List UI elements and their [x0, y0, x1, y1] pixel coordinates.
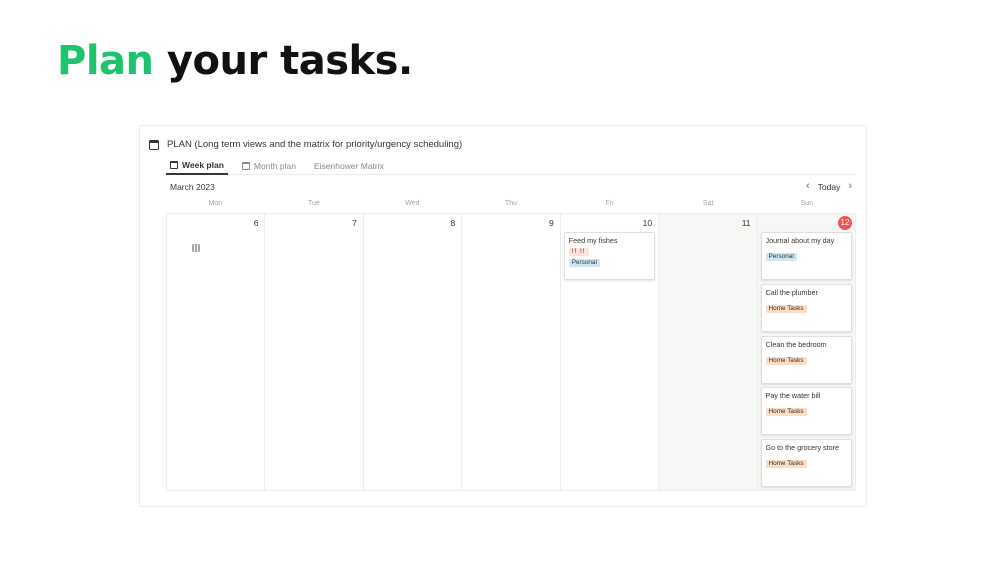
day-number: 11: [741, 218, 751, 228]
page-headline: Plan your tasks.: [57, 38, 413, 84]
event-title: Pay the water bill: [765, 391, 821, 400]
day-number: 7: [352, 218, 357, 228]
day-number: 8: [450, 218, 456, 228]
event-title: Go to the grocery store: [765, 443, 840, 452]
category-tag: Home Tasks: [765, 357, 807, 365]
day-cell-thu[interactable]: 9: [462, 214, 561, 490]
event-card[interactable]: Feed my fishes !! !! Personal: [563, 232, 656, 280]
calendar-nav: ‹ Today ›: [806, 181, 852, 192]
month-label: March 2023: [170, 182, 215, 192]
headline-accent: Plan: [57, 38, 154, 84]
day-cell-wed[interactable]: 8: [364, 214, 463, 490]
event-title: Call the plumber: [765, 288, 818, 297]
database-title-text: PLAN (Long term views and the matrix for…: [167, 139, 463, 150]
event-title: Clean the bedroom: [765, 340, 827, 349]
database-title[interactable]: PLAN (Long term views and the matrix for…: [149, 139, 462, 150]
event-card[interactable]: Pay the water bill Home Tasks: [760, 387, 852, 435]
event-title: Journal about my day: [765, 236, 835, 245]
weekday-label: Tue: [307, 200, 320, 207]
tab-month-plan[interactable]: Month plan: [238, 157, 300, 175]
headline-rest: your tasks.: [153, 38, 413, 84]
tab-week-plan[interactable]: Week plan: [166, 157, 228, 175]
day-cell-sat[interactable]: 11: [659, 214, 758, 490]
weekday-label: Sat: [702, 200, 714, 207]
weekday-header: Mon Tue Wed Thu Fri Sat Sun: [166, 200, 856, 212]
event-card[interactable]: Go to the grocery store Home Tasks: [760, 439, 852, 487]
category-tag: Personal: [765, 253, 797, 261]
category-tag: Personal: [568, 259, 600, 267]
event-card[interactable]: Journal about my day Personal: [760, 232, 852, 280]
chevron-right-icon[interactable]: ›: [848, 181, 852, 192]
weekday-label: Fri: [605, 200, 614, 207]
calendar-icon: [149, 139, 159, 150]
tab-label: Month plan: [253, 161, 296, 171]
category-tag: Home Tasks: [765, 408, 807, 416]
day-number: 9: [548, 218, 554, 228]
calendar-icon: [241, 162, 250, 170]
today-badge: 12: [837, 216, 852, 230]
day-cell-fri[interactable]: 10 Feed my fishes !! !! Personal: [561, 214, 660, 490]
week-grid: 6 7 8 9 10 Feed my fishes !! !! Personal…: [166, 213, 856, 491]
tab-label: Week plan: [182, 160, 224, 170]
today-button[interactable]: Today: [818, 182, 841, 192]
day-number: 6: [253, 218, 259, 228]
day-cell-tue[interactable]: 7: [265, 214, 364, 490]
weekday-label: Wed: [405, 200, 420, 207]
day-cell-sun[interactable]: 12 Journal about my day Personal Call th…: [757, 214, 855, 490]
event-card[interactable]: Clean the bedroom Home Tasks: [760, 336, 852, 384]
tab-label: Eisenhower Matrix: [313, 161, 384, 171]
calendar-database: PLAN (Long term views and the matrix for…: [139, 125, 867, 507]
category-tag: Home Tasks: [765, 460, 807, 468]
day-cell-mon[interactable]: 6: [167, 214, 266, 490]
view-tabs: Week plan Month plan Eisenhower Matrix: [166, 157, 856, 252]
chevron-left-icon[interactable]: ‹: [806, 181, 810, 192]
day-number: 10: [642, 218, 653, 228]
priority-tag: !! !!: [568, 248, 589, 256]
calendar-icon: [170, 161, 178, 169]
weekday-label: Mon: [208, 200, 223, 207]
category-tag: Home Tasks: [765, 305, 807, 313]
tab-eisenhower-matrix[interactable]: Eisenhower Matrix: [192, 157, 388, 252]
weekday-label: Thu: [504, 200, 518, 207]
event-card[interactable]: Call the plumber Home Tasks: [760, 284, 852, 332]
event-title: Feed my fishes: [568, 236, 618, 245]
weekday-label: Sun: [800, 200, 813, 207]
